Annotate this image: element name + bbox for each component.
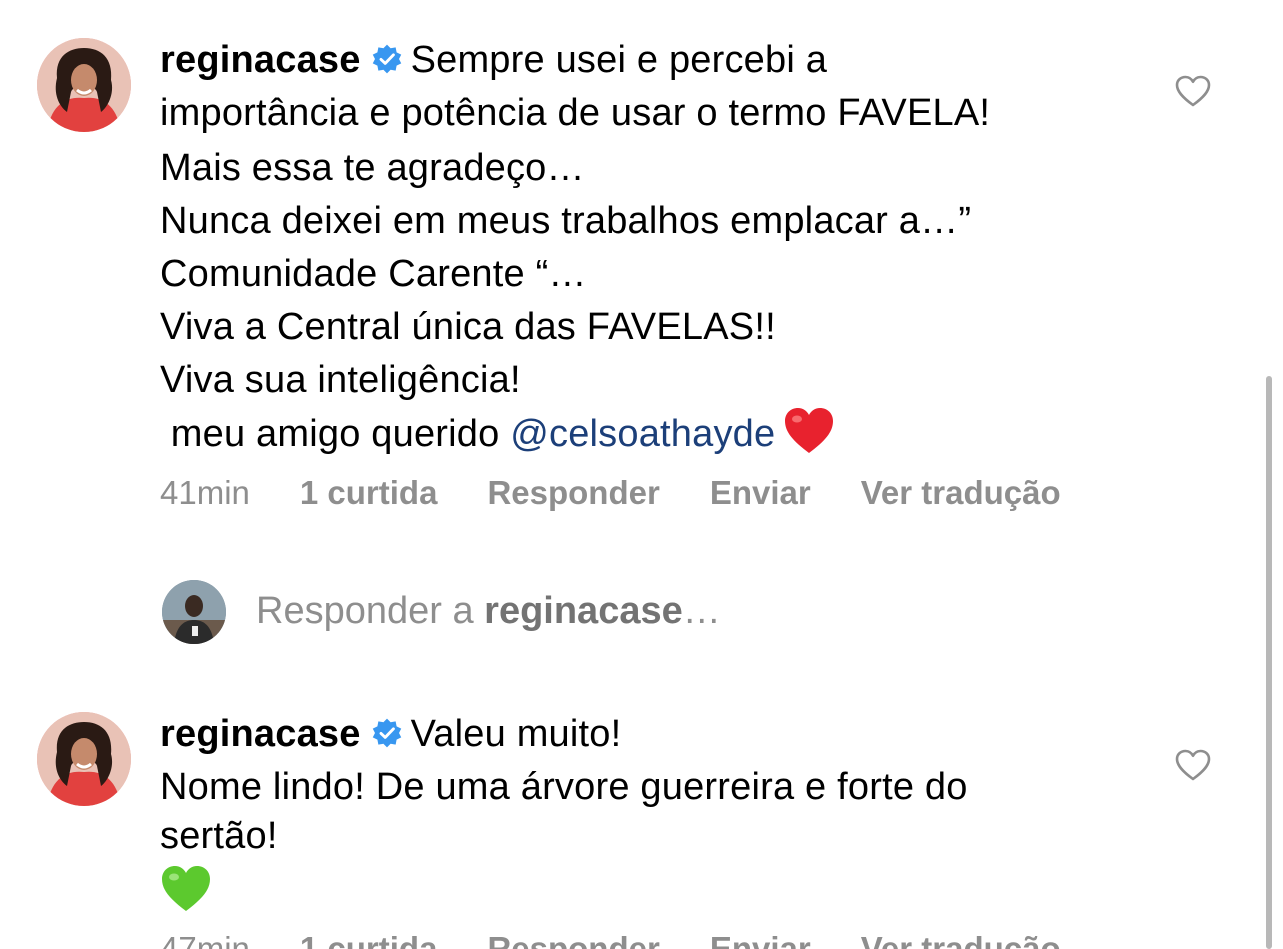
comment-username[interactable]: reginacase bbox=[160, 39, 361, 81]
comment-time: 41min bbox=[160, 474, 250, 511]
comment-meta: 47min 1 curtida Responder Enviar Ver traduçã… bbox=[160, 930, 1111, 949]
translate-button[interactable]: Ver tradução bbox=[861, 474, 1061, 512]
comments-screen: reginacase Sempre usei e percebi a impor… bbox=[0, 0, 1283, 949]
reply-composer[interactable]: Responder a reginacase… bbox=[162, 580, 1062, 646]
comment-line: meu amigo querido bbox=[160, 413, 511, 455]
avatar[interactable] bbox=[37, 38, 131, 132]
comment-line: sertão! bbox=[160, 815, 278, 857]
likes-count[interactable]: 1 curtida bbox=[300, 474, 438, 512]
heart-outline-icon[interactable] bbox=[1174, 74, 1212, 108]
verified-badge-icon bbox=[372, 718, 401, 748]
reply-button[interactable]: Responder bbox=[487, 474, 659, 512]
mention-link[interactable]: @celsoathayde bbox=[510, 413, 775, 455]
likes-count[interactable]: 1 curtida bbox=[300, 930, 438, 949]
scrollbar[interactable] bbox=[1266, 376, 1272, 949]
current-user-avatar bbox=[162, 580, 226, 644]
comment-line: Nunca deixei em meus trabalhos emplacar … bbox=[160, 200, 972, 242]
comment-body: reginacase Sempre usei e percebi a impor… bbox=[160, 34, 1150, 461]
green-heart-emoji-icon bbox=[162, 866, 210, 911]
comment-meta: 41min 1 curtida Responder Enviar Ver traduçã… bbox=[160, 474, 1111, 512]
verified-badge-icon bbox=[372, 44, 401, 74]
comment-line: Viva a Central única das FAVELAS!! bbox=[160, 306, 776, 348]
red-heart-emoji-icon bbox=[785, 408, 834, 453]
avatar[interactable] bbox=[37, 712, 131, 806]
comment-line: Sempre usei e percebi a bbox=[410, 39, 828, 81]
comment-username[interactable]: reginacase bbox=[160, 713, 361, 755]
reply-target: reginacase bbox=[484, 590, 683, 632]
translate-button[interactable]: Ver tradução bbox=[861, 930, 1061, 949]
heart-outline-icon[interactable] bbox=[1174, 748, 1212, 782]
comment-line: Viva sua inteligência! bbox=[160, 359, 521, 401]
comment-line: Valeu muito! bbox=[410, 713, 622, 755]
reply-suffix: … bbox=[682, 590, 721, 632]
comment-line: importância e potência de usar o termo F… bbox=[160, 92, 991, 134]
reply-input[interactable]: Responder a reginacase… bbox=[256, 590, 721, 633]
comment-body: reginacase Valeu muito! Nome lindo! De u… bbox=[160, 708, 1150, 928]
reply-button[interactable]: Responder bbox=[487, 930, 659, 949]
reply-prefix: Responder a bbox=[256, 590, 485, 632]
comment-line: Comunidade Carente “… bbox=[160, 253, 587, 295]
comment-time: 47min bbox=[160, 930, 250, 949]
comment-line: Mais essa te agradeço… bbox=[160, 147, 585, 189]
comment-line: Nome lindo! De uma árvore guerreira e fo… bbox=[160, 766, 968, 808]
send-button[interactable]: Enviar bbox=[710, 474, 811, 512]
send-button[interactable]: Enviar bbox=[710, 930, 811, 949]
